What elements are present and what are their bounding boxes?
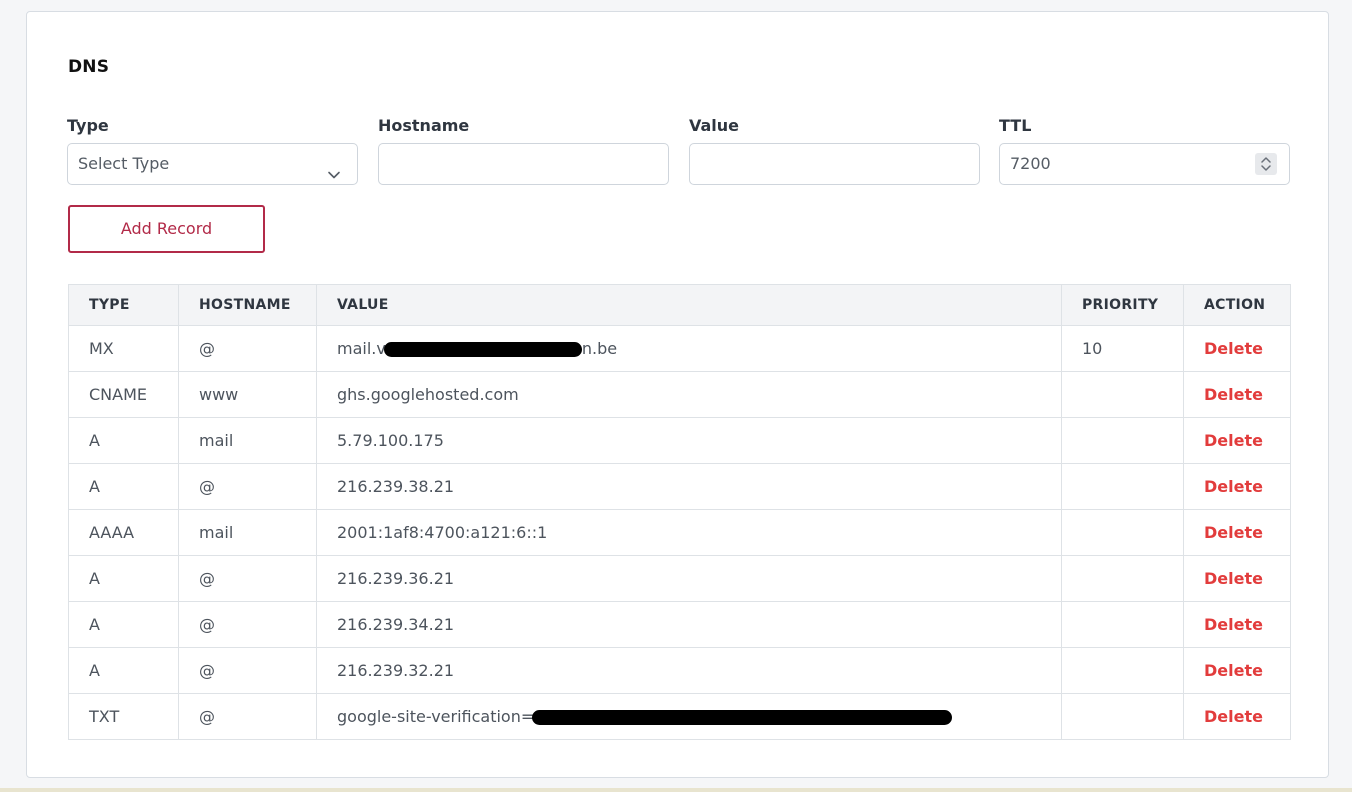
- cell-value-prefix: google-site-verification=: [337, 707, 535, 726]
- ttl-field: TTL 7200: [999, 116, 1290, 185]
- cell-priority: [1061, 463, 1184, 510]
- cell-value: ghs.googlehosted.com: [316, 371, 1062, 418]
- table-row: A @ 216.239.36.21 Delete: [68, 555, 1291, 602]
- ttl-input[interactable]: 7200: [999, 143, 1290, 185]
- dns-records-table: TYPE HOSTNAME VALUE PRIORITY ACTION MX @…: [68, 284, 1291, 740]
- delete-button[interactable]: Delete: [1204, 339, 1263, 358]
- ttl-input-value: 7200: [1010, 154, 1051, 173]
- hostname-field: Hostname: [378, 116, 669, 185]
- cell-action: Delete: [1183, 693, 1291, 740]
- cell-priority: [1061, 371, 1184, 418]
- spinner-arrows-icon[interactable]: [1255, 153, 1277, 175]
- cell-action: Delete: [1183, 463, 1291, 510]
- table-row: TXT @ google-site-verification= Delete: [68, 693, 1291, 740]
- cell-hostname: @: [178, 601, 317, 648]
- table-row: A mail 5.79.100.175 Delete: [68, 417, 1291, 464]
- cell-action: Delete: [1183, 647, 1291, 694]
- value-label: Value: [689, 116, 740, 135]
- cell-value: mail.v n.be: [316, 325, 1062, 372]
- cell-action: Delete: [1183, 371, 1291, 418]
- table-row: MX @ mail.v n.be 10 Delete: [68, 325, 1291, 372]
- delete-button[interactable]: Delete: [1204, 523, 1263, 542]
- cell-priority: [1061, 509, 1184, 556]
- hostname-input[interactable]: [378, 143, 669, 185]
- cell-value-suffix: n.be: [581, 339, 618, 358]
- table-row: AAAA mail 2001:1af8:4700:a121:6::1 Delet…: [68, 509, 1291, 556]
- cell-priority: 10: [1061, 325, 1184, 372]
- delete-button[interactable]: Delete: [1204, 615, 1263, 634]
- cell-type: A: [68, 555, 179, 602]
- cell-type: A: [68, 647, 179, 694]
- cell-action: Delete: [1183, 325, 1291, 372]
- cell-type: A: [68, 417, 179, 464]
- delete-button[interactable]: Delete: [1204, 385, 1263, 404]
- value-field: Value: [689, 116, 980, 185]
- table-row: A @ 216.239.34.21 Delete: [68, 601, 1291, 648]
- cell-action: Delete: [1183, 555, 1291, 602]
- value-input[interactable]: [689, 143, 980, 185]
- cell-type: A: [68, 601, 179, 648]
- ttl-label: TTL: [999, 116, 1032, 135]
- type-select-value: Select Type: [78, 154, 170, 173]
- delete-button[interactable]: Delete: [1204, 707, 1263, 726]
- dns-card: DNS Type Select Type Hostname Value TTL …: [26, 11, 1329, 778]
- cell-type: TXT: [68, 693, 179, 740]
- cell-hostname: www: [178, 371, 317, 418]
- cell-hostname: @: [178, 325, 317, 372]
- cell-priority: [1061, 555, 1184, 602]
- cell-priority: [1061, 647, 1184, 694]
- cell-value: 216.239.38.21: [316, 463, 1062, 510]
- redaction-mark: [383, 342, 582, 357]
- cell-action: Delete: [1183, 417, 1291, 464]
- cell-hostname: @: [178, 463, 317, 510]
- delete-button[interactable]: Delete: [1204, 661, 1263, 680]
- cell-value: 216.239.34.21: [316, 601, 1062, 648]
- table-row: A @ 216.239.32.21 Delete: [68, 647, 1291, 694]
- cell-value: 2001:1af8:4700:a121:6::1: [316, 509, 1062, 556]
- cell-priority: [1061, 693, 1184, 740]
- cell-priority: [1061, 601, 1184, 648]
- table-row: CNAME www ghs.googlehosted.com Delete: [68, 371, 1291, 418]
- col-header-priority: PRIORITY: [1061, 284, 1184, 326]
- col-header-hostname: HOSTNAME: [178, 284, 317, 326]
- cell-value: google-site-verification=: [316, 693, 1062, 740]
- type-label: Type: [67, 116, 109, 135]
- type-select[interactable]: Select Type: [67, 143, 358, 185]
- cell-type: AAAA: [68, 509, 179, 556]
- col-header-type: TYPE: [68, 284, 179, 326]
- card-title: DNS: [68, 57, 110, 77]
- cell-hostname: mail: [178, 509, 317, 556]
- delete-button[interactable]: Delete: [1204, 569, 1263, 588]
- redaction-mark: [532, 710, 953, 725]
- cell-value: 216.239.36.21: [316, 555, 1062, 602]
- chevron-down-icon: [327, 157, 341, 179]
- cell-value: 216.239.32.21: [316, 647, 1062, 694]
- table-row: A @ 216.239.38.21 Delete: [68, 463, 1291, 510]
- cell-hostname: @: [178, 555, 317, 602]
- add-record-button[interactable]: Add Record: [68, 205, 265, 253]
- cell-type: CNAME: [68, 371, 179, 418]
- cell-value: 5.79.100.175: [316, 417, 1062, 464]
- delete-button[interactable]: Delete: [1204, 477, 1263, 496]
- delete-button[interactable]: Delete: [1204, 431, 1263, 450]
- bottom-strip: [0, 788, 1352, 792]
- cell-hostname: @: [178, 647, 317, 694]
- col-header-value: VALUE: [316, 284, 1062, 326]
- col-header-action: ACTION: [1183, 284, 1291, 326]
- cell-action: Delete: [1183, 509, 1291, 556]
- cell-hostname: mail: [178, 417, 317, 464]
- cell-type: MX: [68, 325, 179, 372]
- type-field: Type Select Type: [67, 116, 358, 185]
- hostname-label: Hostname: [378, 116, 470, 135]
- cell-priority: [1061, 417, 1184, 464]
- cell-type: A: [68, 463, 179, 510]
- cell-value-prefix: mail.v: [337, 339, 386, 358]
- cell-action: Delete: [1183, 601, 1291, 648]
- cell-hostname: @: [178, 693, 317, 740]
- table-header-row: TYPE HOSTNAME VALUE PRIORITY ACTION: [68, 284, 1291, 326]
